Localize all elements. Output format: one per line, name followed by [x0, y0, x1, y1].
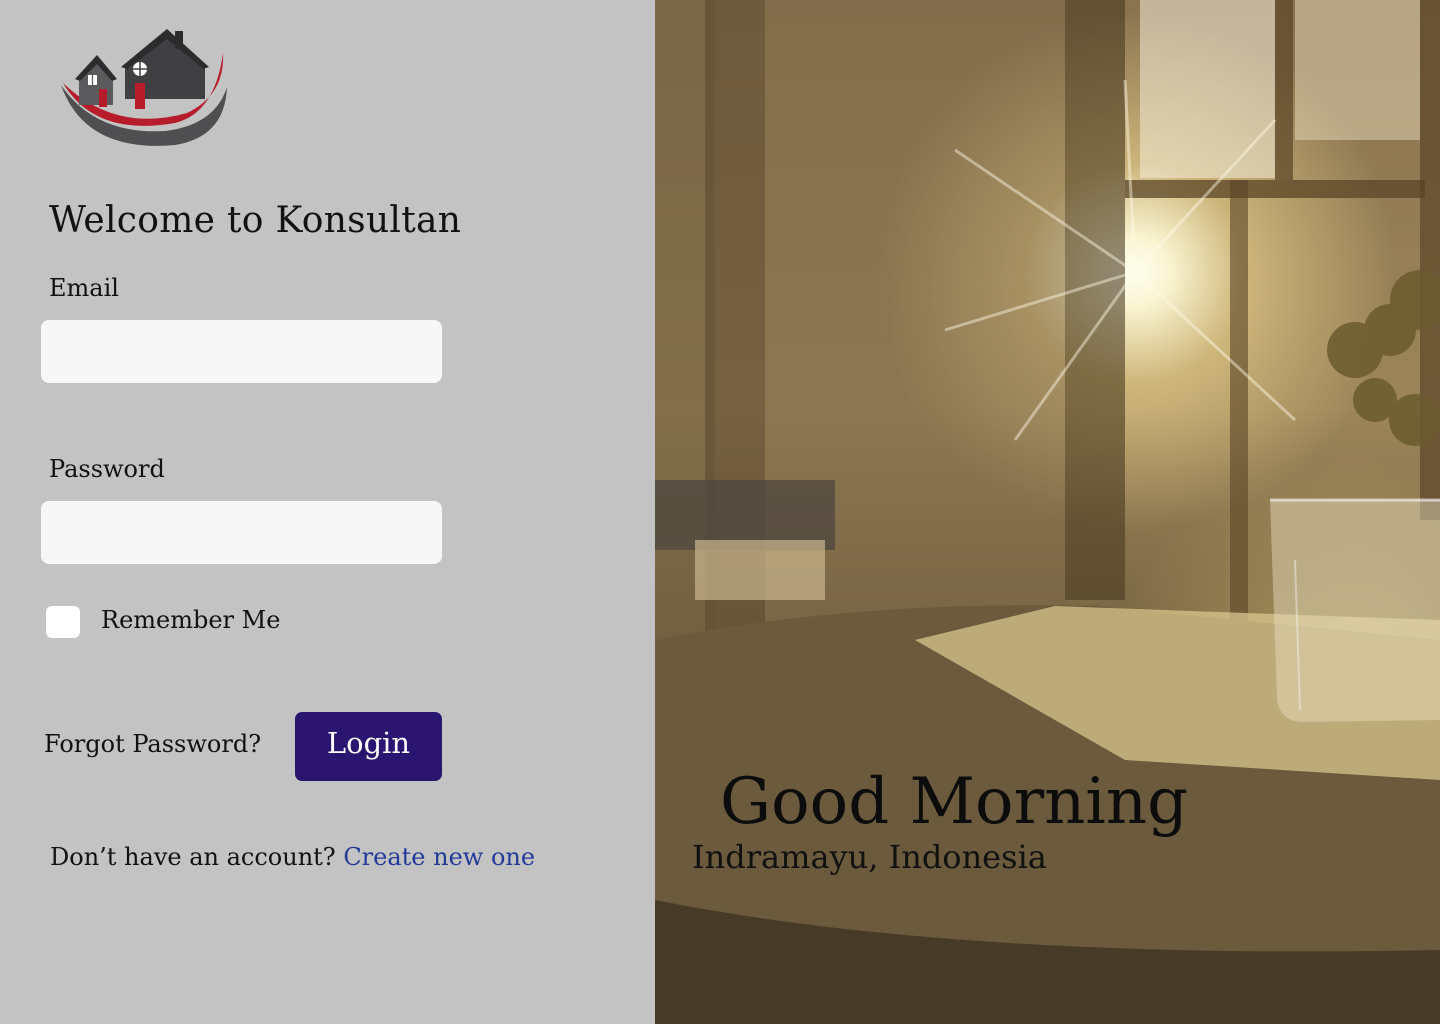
- signup-row: Don’t have an account? Create new one: [50, 843, 535, 871]
- email-field[interactable]: [41, 320, 442, 383]
- remember-me-checkbox[interactable]: [46, 606, 80, 638]
- welcome-title: Welcome to Konsultan: [49, 200, 462, 241]
- house-logo-icon: [61, 29, 227, 146]
- email-label: Email: [49, 274, 119, 302]
- signup-prompt: Don’t have an account?: [50, 843, 336, 871]
- login-panel: Welcome to Konsultan Email Password Reme…: [0, 0, 655, 1024]
- location-label: Indramayu, Indonesia: [692, 838, 1047, 876]
- password-field[interactable]: [41, 501, 442, 564]
- forgot-password-link[interactable]: Forgot Password?: [44, 730, 261, 758]
- login-button[interactable]: Login: [295, 712, 442, 781]
- hero-image-panel: Good Morning Indramayu, Indonesia: [655, 0, 1440, 1024]
- remember-me-label: Remember Me: [101, 606, 281, 634]
- create-account-link[interactable]: Create new one: [343, 843, 535, 871]
- password-label: Password: [49, 455, 165, 483]
- greeting-title: Good Morning: [720, 765, 1189, 839]
